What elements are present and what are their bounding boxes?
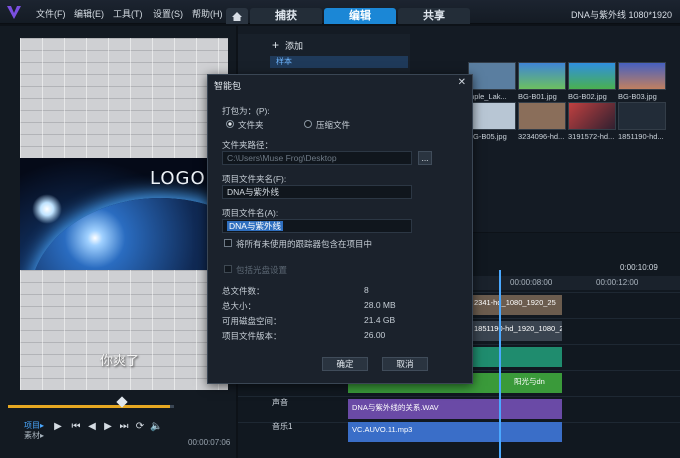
- radio-zip-label[interactable]: 压缩文件: [316, 119, 350, 131]
- close-icon[interactable]: ✕: [458, 77, 466, 88]
- package-as-label: 打包为：(P):: [222, 106, 270, 116]
- earth-image: LOGO: [20, 158, 228, 390]
- stat-value: 8: [364, 285, 369, 295]
- timeline-clip[interactable]: DNA与紫外线的关系.WAV: [348, 399, 562, 419]
- repeat-icon[interactable]: ⟳: [134, 421, 146, 433]
- preview-canvas: LOGO 你爽了: [20, 38, 228, 390]
- include-disc-checkbox[interactable]: [224, 265, 232, 273]
- folder-path-field[interactable]: C:\Users\Muse Frog\Desktop: [222, 151, 412, 165]
- skip-end-icon[interactable]: ⏭: [118, 421, 130, 433]
- track-label-music: 音乐1: [272, 422, 293, 431]
- caption-text: 你爽了: [100, 353, 140, 368]
- menu-tools[interactable]: 工具(T): [113, 7, 143, 20]
- stat-value: 26.00: [364, 330, 386, 340]
- tab-capture[interactable]: 捕获: [250, 8, 322, 24]
- tab-share[interactable]: 共享: [398, 8, 470, 24]
- include-unused-checkbox[interactable]: [224, 239, 232, 247]
- home-tab[interactable]: [226, 8, 248, 24]
- library-thumbnail[interactable]: [518, 102, 566, 130]
- project-folder-label: 项目文件夹名(F):: [222, 174, 287, 184]
- project-info: DNA与紫外线 1080*1920: [570, 10, 672, 20]
- dialog-title: 智能包: [214, 81, 242, 91]
- thumbnail-label: BG-B05.jpg: [468, 132, 507, 141]
- app-logo-icon: [7, 6, 21, 19]
- timeline-clip[interactable]: 1851190-hd_1920_1080_25: [470, 321, 562, 341]
- scrub-range[interactable]: [8, 405, 170, 408]
- include-disc-label[interactable]: 包括光盘设置: [236, 264, 287, 276]
- home-icon: [232, 12, 242, 21]
- stat-label: 总大小：: [222, 301, 257, 311]
- step-back-icon[interactable]: ◀: [86, 421, 98, 433]
- library-thumbnail[interactable]: [568, 62, 616, 90]
- timeline-clip[interactable]: 2341-hd_1080_1920_25: [470, 295, 562, 315]
- preview-timecode[interactable]: 00:00:07:06: [188, 438, 230, 447]
- menu-settings[interactable]: 设置(S): [153, 7, 183, 20]
- smart-package-dialog: 智能包 ✕ 打包为：(P): 文件夹 压缩文件 文件夹路径： C:\Users\…: [207, 74, 473, 384]
- stat-label: 总文件数：: [222, 286, 265, 296]
- thumbnail-label: BG-B02.jpg: [568, 92, 607, 101]
- clip-label: 阳光与dn: [514, 377, 545, 386]
- thumbnail-label: BG-B01.jpg: [518, 92, 557, 101]
- radio-folder[interactable]: [226, 120, 234, 128]
- tab-edit[interactable]: 编辑: [324, 8, 396, 24]
- ruler-label: 00:00:12:00: [596, 278, 639, 287]
- thumbnail-label: 1851190-hd...: [618, 132, 664, 141]
- ruler-label: 00:00:08:00: [510, 278, 553, 287]
- library-thumbnail[interactable]: [468, 62, 516, 90]
- include-unused-label[interactable]: 将所有未使用的跟踪器包含在项目中: [236, 238, 372, 250]
- timeline-clip[interactable]: VC.AUVO.11.mp3: [348, 422, 562, 442]
- library-thumbnail[interactable]: [618, 62, 666, 90]
- volume-icon[interactable]: 🔈: [150, 421, 162, 433]
- timeline-playhead[interactable]: [499, 270, 501, 458]
- timeline-clip[interactable]: [470, 347, 562, 367]
- project-folder-field[interactable]: DNA与紫外线: [222, 185, 412, 199]
- library-folder-sample[interactable]: 样本: [270, 56, 408, 68]
- add-icon[interactable]: +: [272, 38, 279, 52]
- timeline-timecode[interactable]: 0:00:10:09: [620, 263, 658, 272]
- project-file-field[interactable]: DNA与紫外线: [222, 219, 412, 233]
- browse-button[interactable]: ...: [418, 151, 432, 165]
- thumbnail-label: BG-B03.jpg: [618, 92, 657, 101]
- library-thumbnail[interactable]: [618, 102, 666, 130]
- radio-folder-label[interactable]: 文件夹: [238, 119, 264, 131]
- stat-value: 21.4 GB: [364, 315, 396, 325]
- stat-label: 项目文件版本：: [222, 331, 282, 341]
- sun-glow: [32, 194, 62, 224]
- menu-help[interactable]: 帮助(H): [192, 7, 223, 20]
- project-file-value: DNA与紫外线: [227, 221, 283, 231]
- add-folder-button[interactable]: 添加: [285, 39, 303, 52]
- tile-background-top: [20, 38, 228, 158]
- folder-path-label: 文件夹路径：: [222, 140, 274, 150]
- clip-mode-label[interactable]: 素材▸: [24, 430, 44, 441]
- logo-text: LOGO: [150, 168, 206, 189]
- thumbnail-label: 3191572-hd...: [568, 132, 615, 141]
- thumbnail-label: 3234096-hd...: [518, 132, 565, 141]
- library-thumbnail[interactable]: [518, 62, 566, 90]
- library-thumbnail[interactable]: [468, 102, 516, 130]
- menu-edit[interactable]: 编辑(E): [74, 7, 104, 20]
- project-file-label: 项目文件名(A):: [222, 208, 279, 218]
- stat-label: 可用磁盘空间：: [222, 316, 282, 326]
- thumbnail-label: mple_Lak...: [468, 92, 507, 101]
- tile-background-bottom: 你爽了: [20, 270, 228, 390]
- stat-value: 28.0 MB: [364, 300, 396, 310]
- ok-button[interactable]: 确定: [322, 357, 368, 371]
- library-thumbnail[interactable]: [568, 102, 616, 130]
- track-label-voice: 声音: [272, 398, 288, 407]
- radio-zip[interactable]: [304, 120, 312, 128]
- cancel-button[interactable]: 取消: [382, 357, 428, 371]
- menu-file[interactable]: 文件(F): [36, 7, 66, 20]
- play-icon[interactable]: ▶: [52, 421, 64, 433]
- skip-start-icon[interactable]: ⏮: [70, 421, 82, 433]
- step-forward-icon[interactable]: ▶: [102, 421, 114, 433]
